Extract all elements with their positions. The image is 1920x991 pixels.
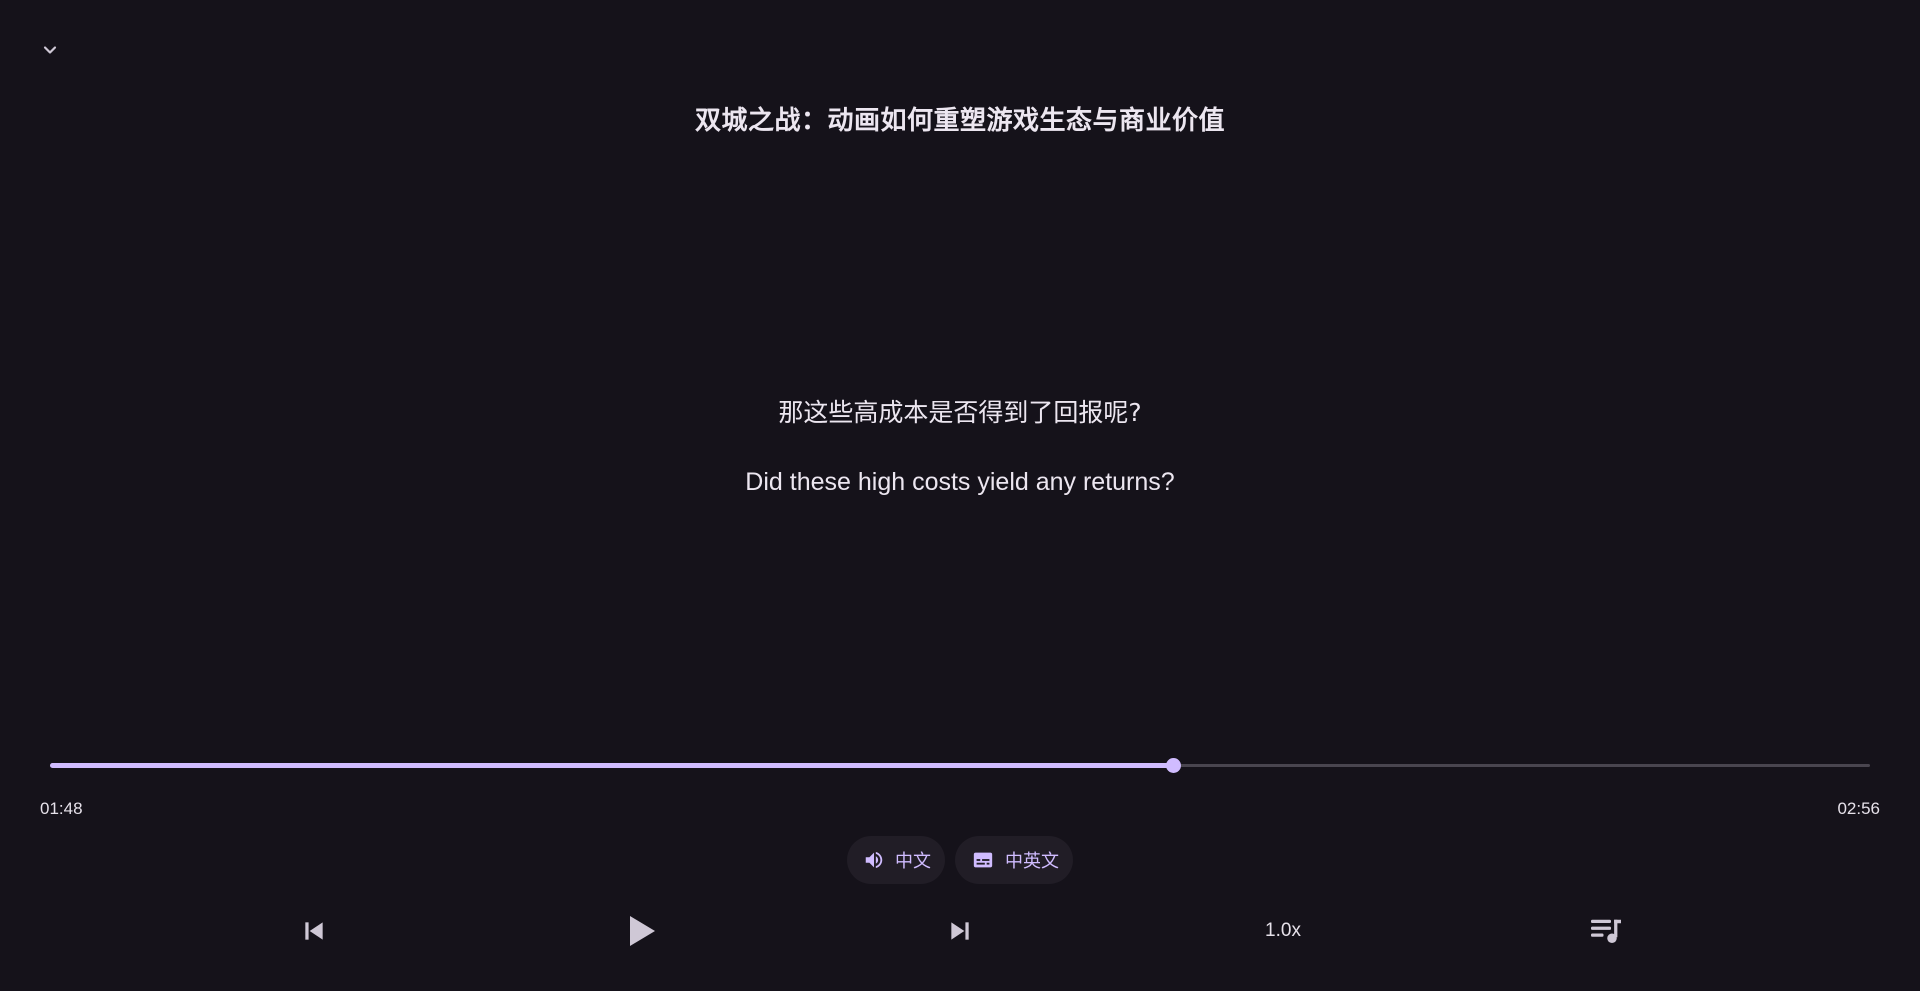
audio-language-chip[interactable]: 中文 [847,836,945,884]
previous-button[interactable] [292,905,336,957]
subtitle-mode-label: 中英文 [1005,851,1059,872]
play-icon [630,916,655,946]
language-chips: 中文 中英文 [0,836,1920,884]
skip-previous-icon [305,922,323,940]
subtitle-mode-chip[interactable]: 中英文 [955,836,1073,884]
play-button[interactable] [614,905,666,957]
playlist-icon [1591,919,1621,943]
audio-player-page: 双城之战：动画如何重塑游戏生态与商业价值 那这些高成本是否得到了回报呢? Did… [0,0,1920,991]
episode-title: 双城之战：动画如何重塑游戏生态与商业价值 [694,106,1225,136]
subtitle-chinese: 那这些高成本是否得到了回报呢? [778,398,1142,427]
current-time: 01:48 [40,799,83,818]
next-button[interactable] [938,905,982,957]
speed-button[interactable]: 1.0x [1258,905,1308,957]
chevron-down-icon [43,46,57,54]
playback-controls: 1.0x [0,905,1920,957]
subtitle-english: Did these high costs yield any returns? [745,468,1175,496]
collapse-button[interactable] [36,36,64,64]
skip-next-icon [951,922,969,940]
audio-language-label: 中文 [895,851,931,872]
progress-fill [50,763,1174,768]
subtitles-icon [973,852,993,868]
volume-icon [865,851,883,869]
total-time: 02:56 [1837,799,1880,818]
playlist-button[interactable] [1586,905,1626,957]
progress-slider[interactable] [50,758,1870,774]
progress-thumb[interactable] [1166,758,1182,773]
